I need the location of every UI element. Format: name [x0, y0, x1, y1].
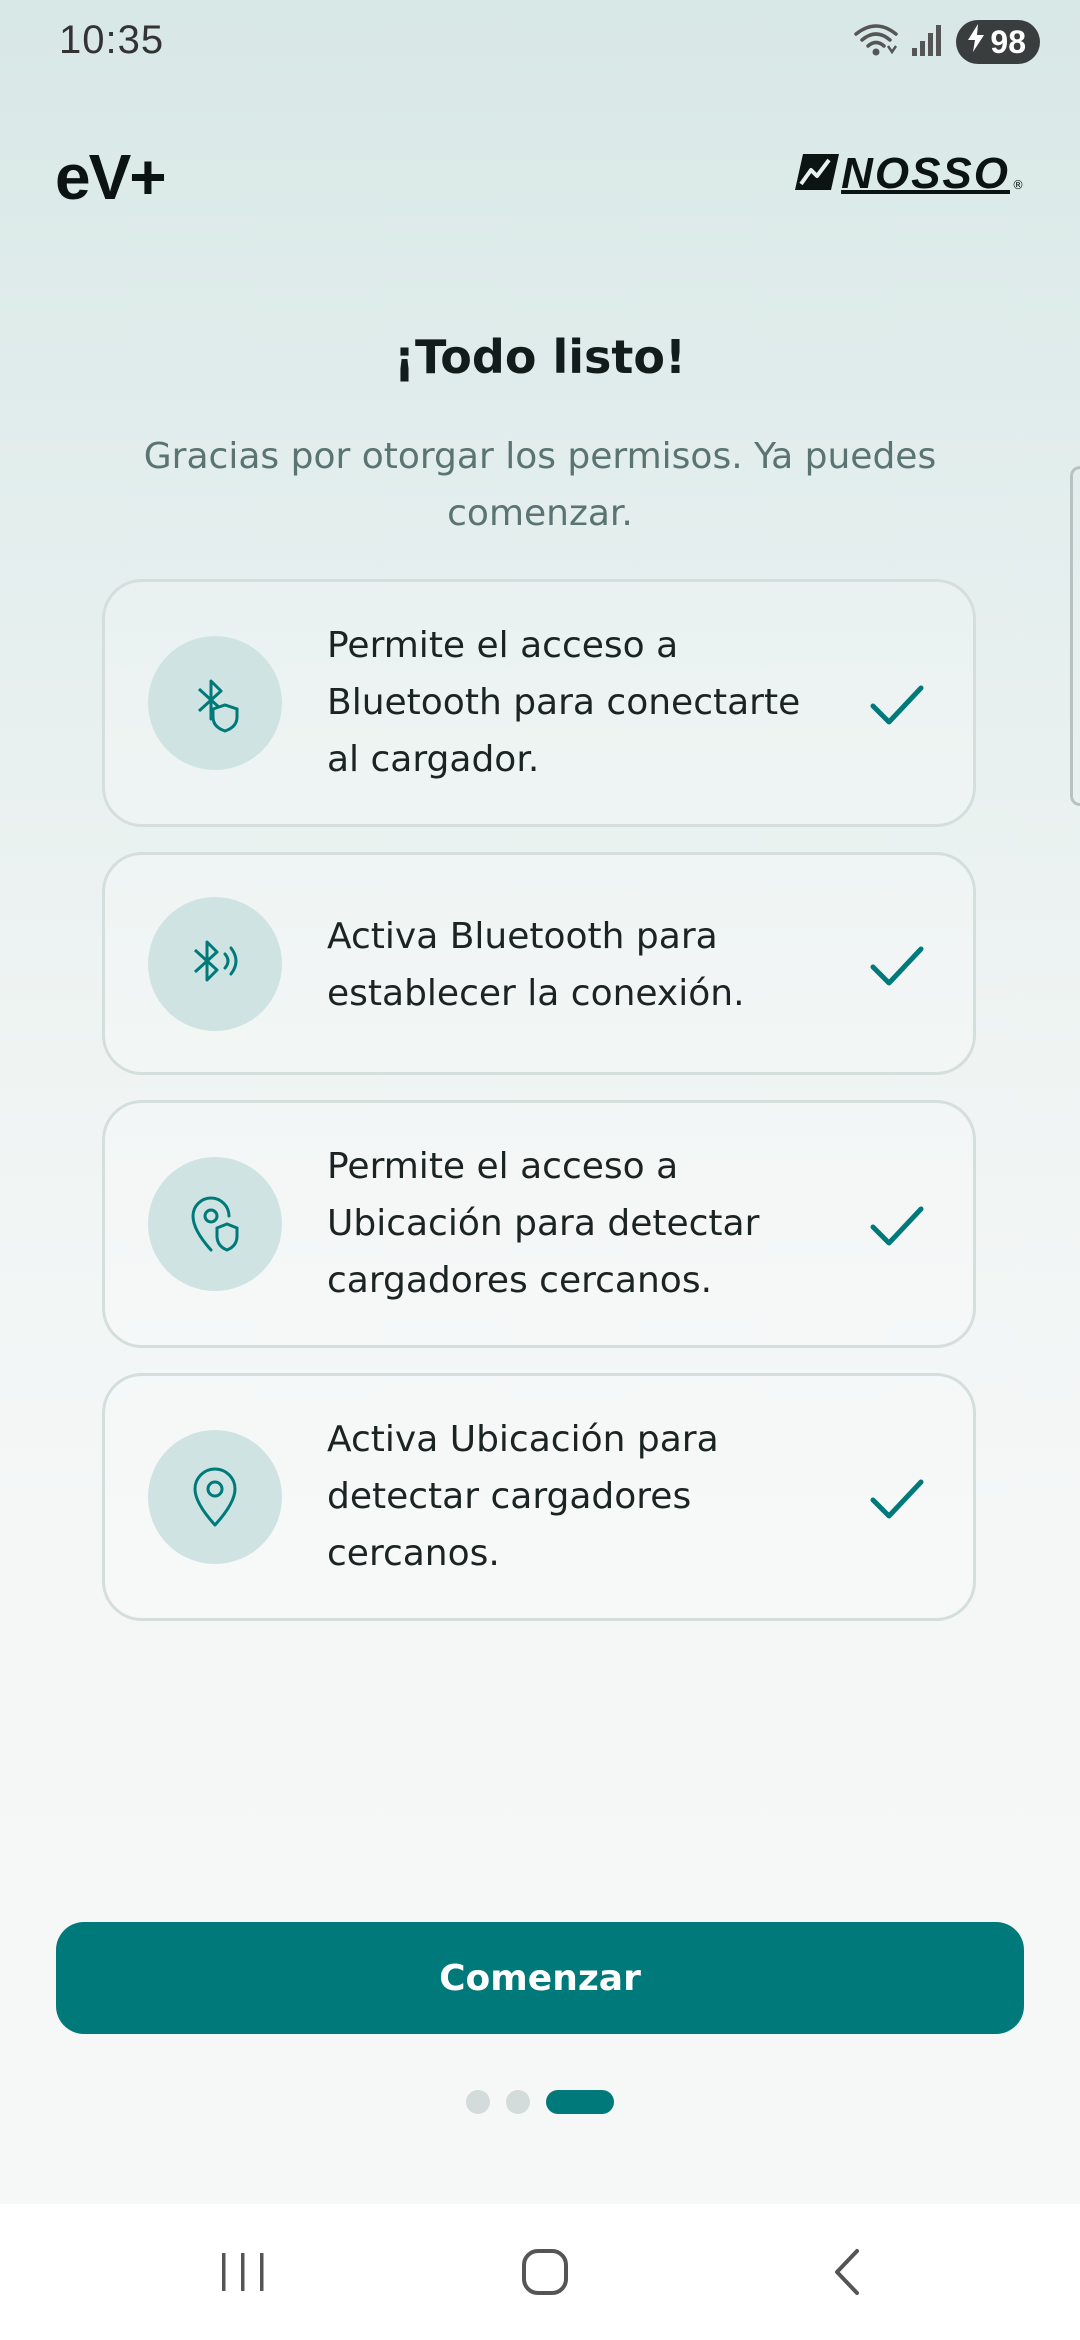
page-dot — [506, 2090, 530, 2114]
page-indicator — [0, 2090, 1080, 2114]
bluetooth-signal-icon — [148, 897, 282, 1031]
edge-panel-handle[interactable] — [1070, 466, 1080, 806]
home-icon[interactable] — [505, 2238, 585, 2306]
location-pin-icon — [148, 1430, 282, 1564]
status-time: 10:35 — [59, 18, 165, 62]
permission-text: Activa Bluetooth para establecer la cone… — [327, 916, 745, 1014]
page-dot-active — [546, 2090, 614, 2114]
partner-logo-text: NOSSO — [841, 149, 1010, 198]
check-icon — [869, 939, 925, 995]
permission-text: Permite el acceso a Ubicación para detec… — [327, 1146, 760, 1301]
charging-icon — [966, 23, 986, 61]
wifi-icon — [854, 20, 899, 64]
battery-level: 98 — [990, 23, 1026, 60]
registered-mark: ® — [1012, 178, 1024, 192]
permission-text: Permite el acceso a Bluetooth para conec… — [327, 625, 801, 780]
check-icon — [869, 1472, 925, 1528]
partner-logo-mark-icon — [795, 152, 840, 196]
check-icon — [869, 678, 925, 734]
permission-card-bluetooth-access: Permite el acceso a Bluetooth para conec… — [102, 579, 976, 827]
page-title: ¡Todo listo! — [394, 330, 686, 384]
bluetooth-shield-icon — [148, 636, 282, 770]
recents-icon[interactable] — [203, 2238, 283, 2306]
permission-card-location-access: Permite el acceso a Ubicación para detec… — [102, 1100, 976, 1348]
permission-card-location-enable: Activa Ubicación para detectar cargadore… — [102, 1373, 976, 1621]
permission-text: Activa Ubicación para detectar cargadore… — [327, 1419, 719, 1574]
permissions-complete-screen: 10:35 98 eV+ NOSSO ® ¡Todo listo! Gracia… — [0, 0, 1080, 2340]
signal-icon — [910, 22, 944, 62]
back-icon[interactable] — [807, 2238, 887, 2306]
system-nav-bar — [0, 2204, 1080, 2340]
page-dot — [466, 2090, 490, 2114]
status-icons: 98 — [854, 18, 1040, 66]
location-shield-icon — [148, 1157, 282, 1291]
permission-card-bluetooth-enable: Activa Bluetooth para establecer la cone… — [102, 852, 976, 1075]
page-subtitle: Gracias por otorgar los permisos. Ya pue… — [143, 436, 937, 534]
start-button[interactable]: Comenzar — [56, 1922, 1024, 2034]
check-icon — [869, 1199, 925, 1255]
app-logo: eV+ — [55, 141, 167, 213]
partner-logo: NOSSO ® — [795, 149, 1024, 198]
battery-indicator: 98 — [956, 20, 1040, 64]
